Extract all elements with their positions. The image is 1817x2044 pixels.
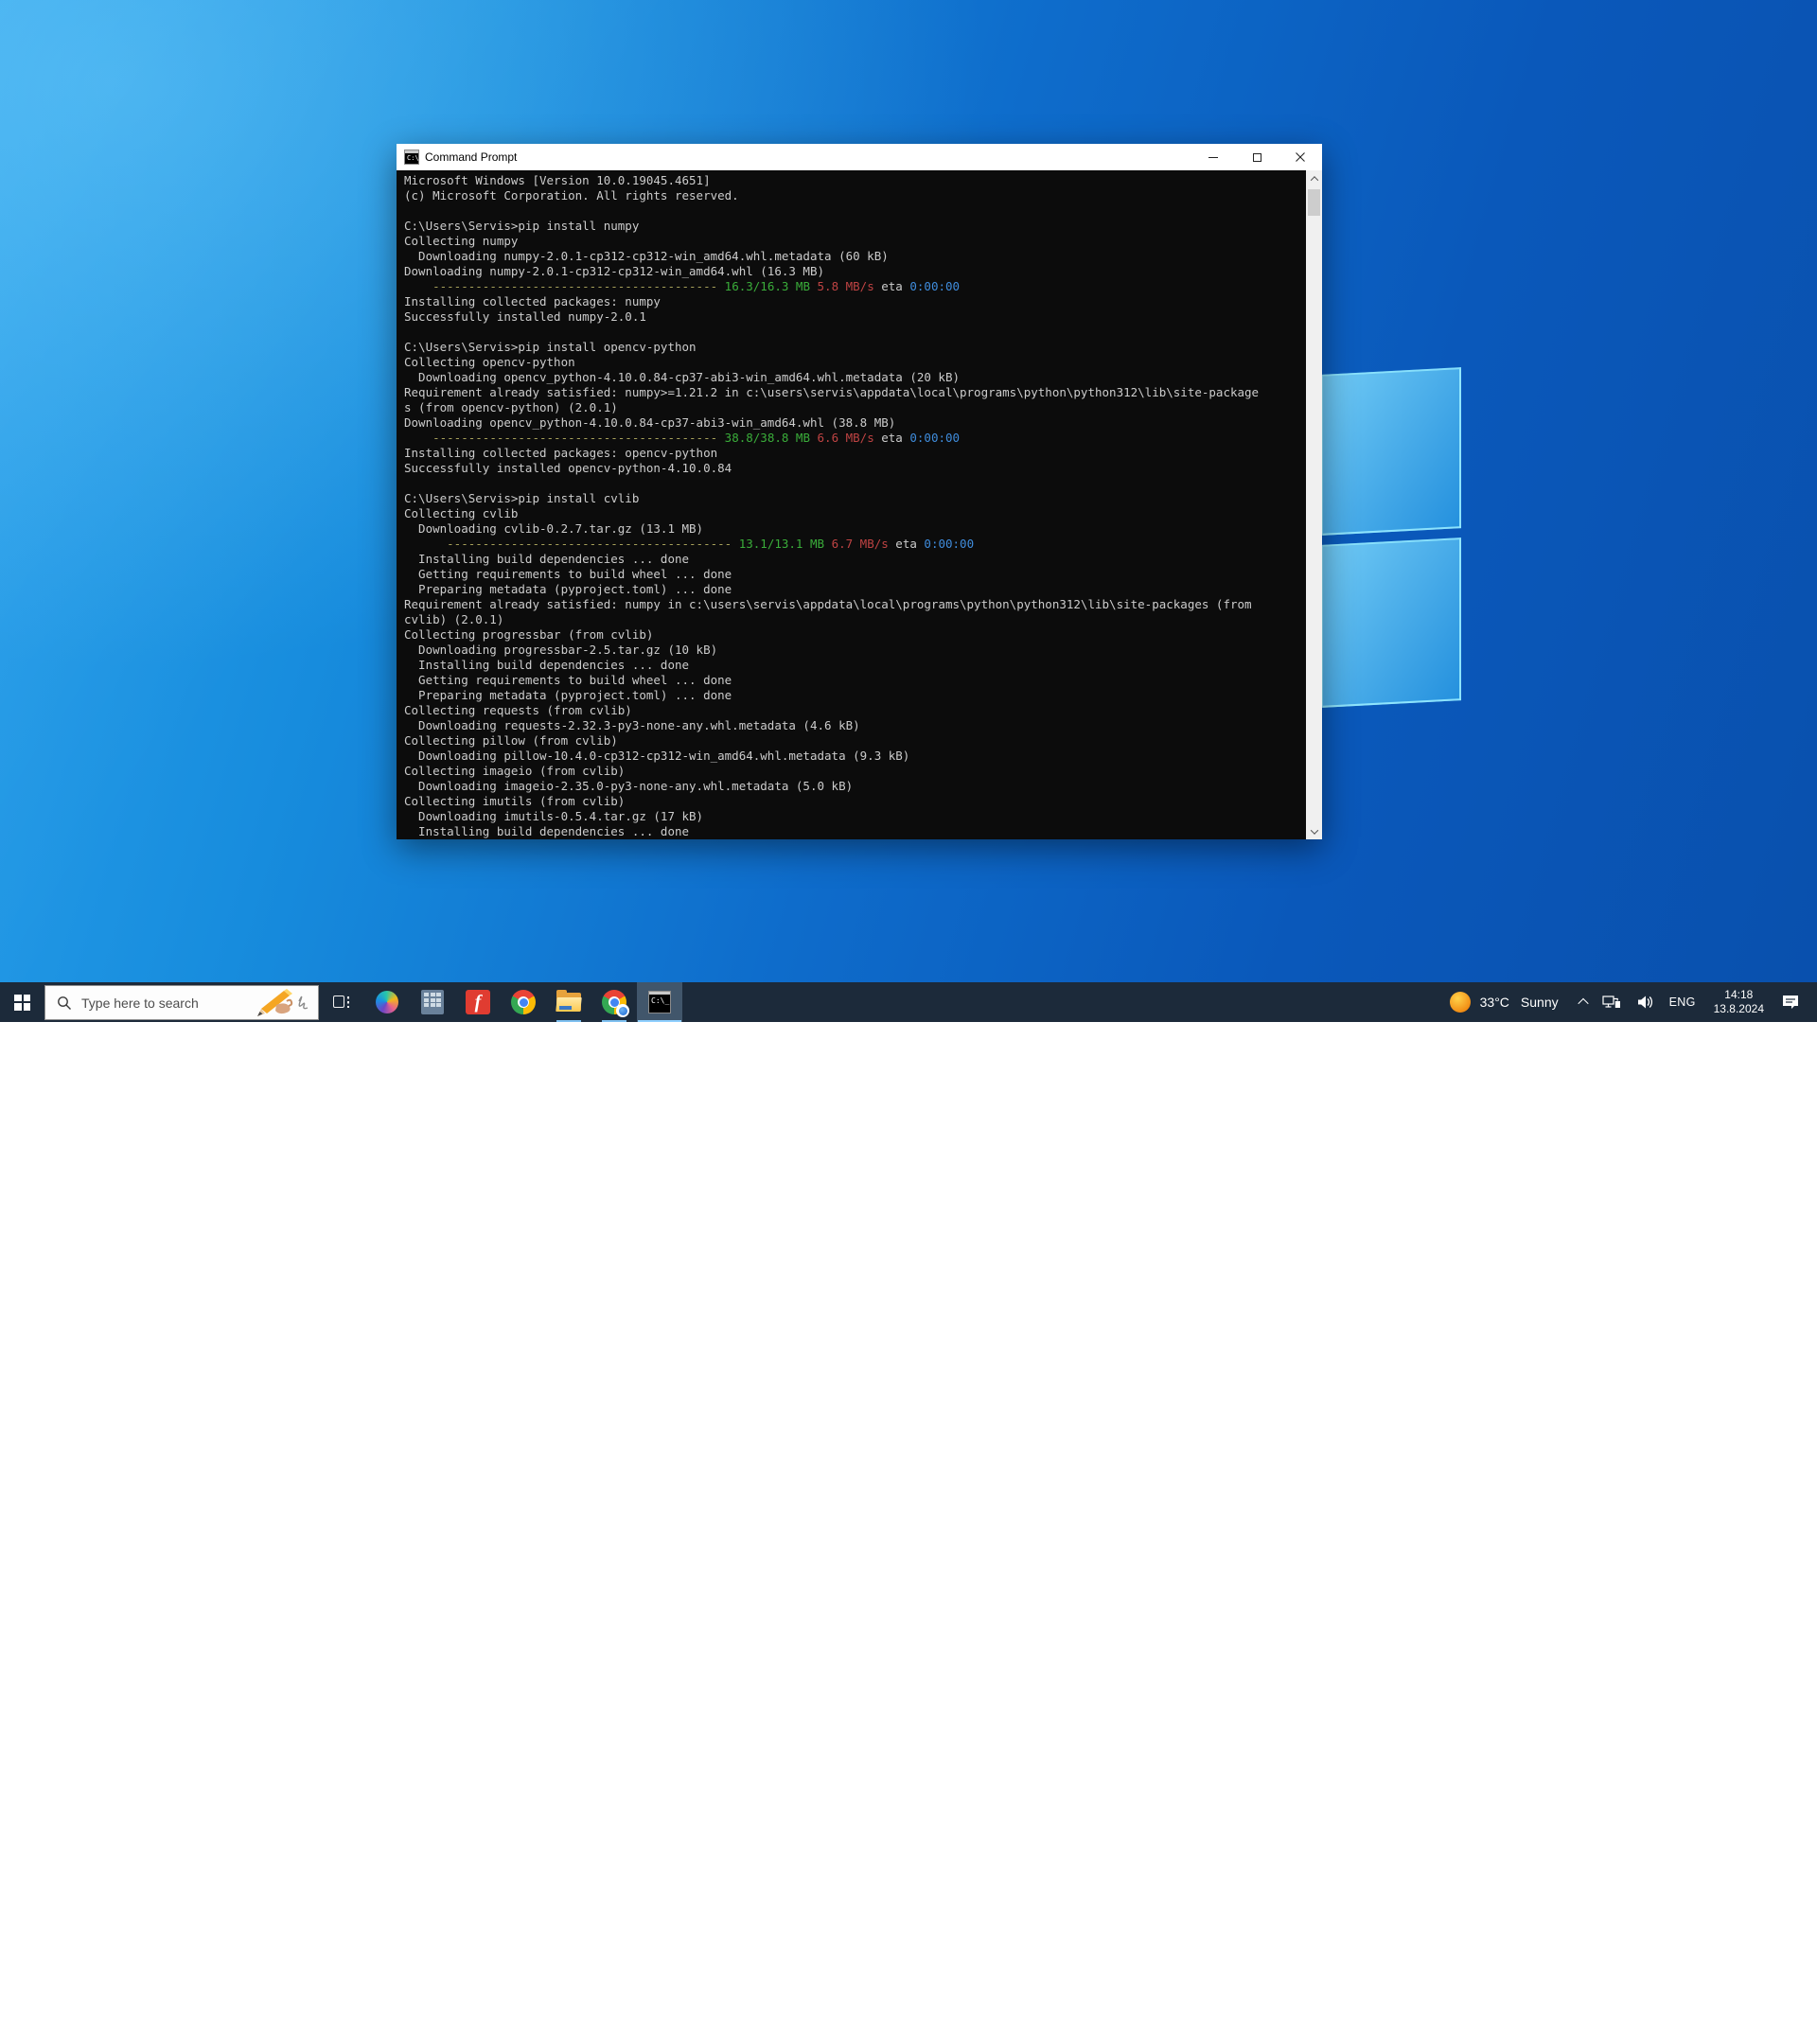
chrome-profile-icon (602, 990, 626, 1014)
profile-badge-icon (616, 1004, 629, 1017)
terminal-content[interactable]: Microsoft Windows [Version 10.0.19045.46… (397, 170, 1322, 839)
search-input[interactable] (81, 996, 223, 1011)
calculator-icon (421, 990, 444, 1014)
taskbar-app-command-prompt[interactable]: C:\_ (637, 982, 682, 1022)
scroll-down-button[interactable] (1306, 823, 1322, 839)
minimize-button[interactable] (1191, 144, 1235, 170)
terminal-output: Microsoft Windows [Version 10.0.19045.46… (404, 173, 1303, 839)
clock-date: 13.8.2024 (1714, 1002, 1764, 1016)
windows-logo-icon (14, 995, 30, 1011)
action-center-button[interactable] (1773, 982, 1808, 1022)
command-prompt-icon: C:\ (404, 150, 419, 165)
close-button[interactable] (1279, 144, 1322, 170)
weather-widget[interactable]: 33°C Sunny (1437, 982, 1572, 1022)
clock-widget[interactable]: 14:18 13.8.2024 (1704, 982, 1773, 1022)
language-indicator[interactable]: ENG (1661, 982, 1704, 1022)
weather-condition: Sunny (1521, 995, 1559, 1010)
taskbar-search-box[interactable] (44, 985, 319, 1020)
taskbar-app-f[interactable]: f (455, 982, 501, 1022)
sun-icon (1450, 992, 1471, 1013)
volume-button[interactable] (1629, 982, 1661, 1022)
taskbar-app-chrome[interactable] (501, 982, 546, 1022)
taskbar-app-file-explorer[interactable] (546, 982, 591, 1022)
scrollbar-thumb[interactable] (1308, 189, 1320, 216)
weather-temp: 33°C (1480, 995, 1509, 1010)
close-icon (1296, 152, 1305, 162)
scroll-up-button[interactable] (1306, 170, 1322, 186)
clock-time: 14:18 (1724, 988, 1753, 1002)
tray-overflow-button[interactable] (1572, 982, 1595, 1022)
hand-pencil-doodle-illustration (252, 988, 314, 1018)
maximize-button[interactable] (1235, 144, 1279, 170)
file-explorer-icon (556, 993, 581, 1012)
windows-logo-pane-top (1321, 367, 1461, 536)
chevron-up-icon (1310, 176, 1317, 184)
network-icon (1602, 995, 1621, 1010)
taskbar: f C:\_ 33°C Sunny (0, 982, 1817, 1022)
search-icon (57, 996, 72, 1011)
maximize-icon (1253, 153, 1261, 162)
chrome-icon (511, 990, 536, 1014)
volume-icon (1636, 995, 1653, 1010)
action-center-icon (1781, 994, 1800, 1011)
start-button[interactable] (0, 982, 44, 1022)
minimize-icon (1208, 157, 1218, 158)
taskbar-app-calculator[interactable] (410, 982, 455, 1022)
network-button[interactable] (1595, 982, 1629, 1022)
chevron-up-icon (1578, 998, 1588, 1009)
window-title: Command Prompt (425, 150, 517, 164)
system-tray: 33°C Sunny ENG 14:18 13.8.2024 (1437, 982, 1817, 1022)
window-titlebar[interactable]: C:\ Command Prompt (397, 144, 1322, 170)
command-prompt-taskbar-icon: C:\_ (648, 991, 671, 1013)
taskbar-app-copilot[interactable] (364, 982, 410, 1022)
taskbar-app-task-view[interactable] (319, 982, 364, 1022)
f-app-icon: f (466, 990, 490, 1014)
copilot-icon (376, 991, 398, 1013)
task-view-icon (333, 995, 350, 1010)
terminal-scrollbar[interactable] (1306, 170, 1322, 839)
windows-logo-pane-bottom (1321, 537, 1461, 708)
chevron-down-icon (1310, 826, 1317, 834)
taskbar-app-chrome-profile[interactable] (591, 982, 637, 1022)
command-prompt-window: C:\ Command Prompt Microsoft Windows [Ve… (397, 144, 1322, 839)
